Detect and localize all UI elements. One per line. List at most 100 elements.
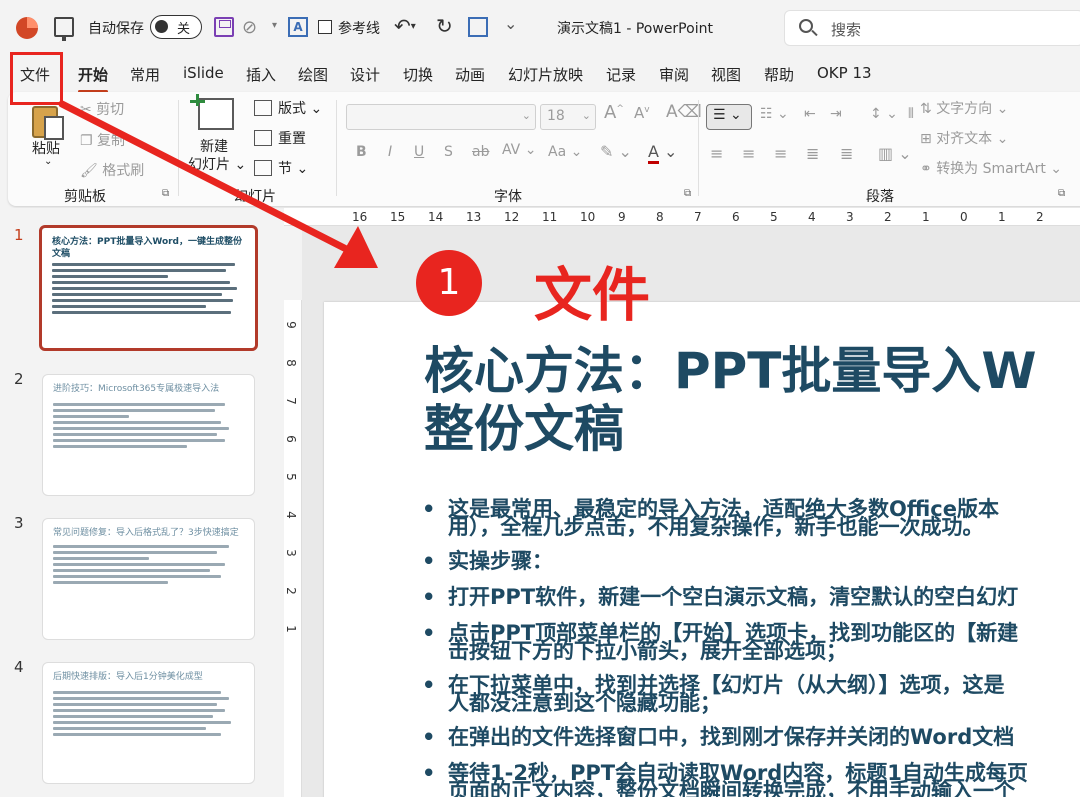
- ruler-tick: 1: [998, 210, 1006, 224]
- layout-icon: [254, 100, 272, 116]
- bullet-text-continued: 页面的正文内容，整份文档瞬间转换完成，不用手动输入一个: [448, 779, 1015, 797]
- bullet-dot: •: [422, 761, 436, 785]
- text-direction-button[interactable]: ⇅ 文字方向 ⌄: [920, 98, 1008, 118]
- tab-insert[interactable]: 插入: [246, 64, 276, 85]
- shrink-font-button[interactable]: Av: [634, 104, 650, 122]
- bold-button[interactable]: B: [356, 144, 367, 160]
- slides-group-label: 幻灯片: [234, 189, 276, 205]
- tab-animations[interactable]: 动画: [455, 64, 485, 85]
- strikethrough-button[interactable]: ab: [472, 144, 489, 160]
- current-slide[interactable]: 核心方法：PPT批量导入W 整份文稿 • 这是最常用、最稳定的导入方法，适配绝大多…: [324, 302, 1080, 797]
- present-from-start-icon[interactable]: [54, 17, 74, 41]
- paste-button[interactable]: 粘贴: [32, 138, 60, 158]
- cut-button[interactable]: ✂ 剪切: [80, 99, 124, 119]
- bullet-text-continued: 人都没注意到这个隐藏功能；: [448, 691, 721, 715]
- slide-thumbnail-1[interactable]: 核心方法：PPT批量导入Word，一键生成整份文稿: [39, 225, 258, 351]
- decrease-indent-icon[interactable]: ⇤: [804, 106, 816, 122]
- thumb-number: 1: [14, 226, 24, 244]
- search-box[interactable]: 搜索: [784, 10, 1080, 46]
- justify-icon[interactable]: ≣: [806, 144, 819, 163]
- align-center-icon[interactable]: ≡: [742, 144, 755, 163]
- guides-checkbox[interactable]: [318, 20, 332, 34]
- char-spacing-button[interactable]: AV ⌄: [502, 142, 536, 158]
- ruler-tick: 6: [283, 435, 298, 443]
- font-size-combo[interactable]: 18 ⌄: [540, 104, 596, 130]
- search-placeholder: 搜索: [831, 21, 862, 39]
- tab-design[interactable]: 设计: [350, 64, 380, 85]
- align-left-icon[interactable]: ≡: [710, 144, 723, 163]
- ruler-tick: 15: [390, 210, 406, 224]
- bullets-button[interactable]: ☰ ⌄: [706, 104, 752, 130]
- thumb-title: 后期快速排版：导入后1分钟美化成型: [53, 672, 203, 682]
- paste-icon[interactable]: [32, 102, 66, 140]
- ruler-tick: 1: [283, 625, 298, 633]
- align-text-button[interactable]: ⊞ 对齐文本 ⌄: [920, 128, 1008, 148]
- dropdown-chevron-icon[interactable]: ▾: [272, 20, 277, 31]
- text-direction-label: 文字方向: [936, 101, 993, 117]
- dialog-launcher-icon[interactable]: ⧉: [162, 188, 169, 199]
- columns-layout-icon[interactable]: ▥ ⌄: [878, 144, 912, 163]
- dialog-launcher-icon[interactable]: ⧉: [684, 188, 691, 199]
- font-color-button[interactable]: A ⌄: [648, 142, 677, 164]
- textbox-icon[interactable]: A: [288, 17, 308, 37]
- smartart-button[interactable]: ⚭ 转换为 SmartArt ⌄: [920, 158, 1062, 178]
- align-right-icon[interactable]: ≡: [774, 144, 787, 163]
- horizontal-ruler: 16 15 14 13 12 11 10 9 8 7 6 5 4 3 2 1 0 1 2: [284, 208, 1080, 226]
- save-icon[interactable]: [214, 17, 234, 37]
- layout-icon[interactable]: [468, 17, 488, 37]
- tab-view[interactable]: 视图: [711, 64, 741, 85]
- step-label: 文件: [534, 261, 651, 329]
- italic-button[interactable]: I: [388, 144, 392, 160]
- bullet-text: 在弹出的文件选择窗口中，找到刚才保存并关闭的Word文档: [448, 725, 1015, 749]
- new-slide-label-1[interactable]: 新建: [200, 136, 228, 156]
- increase-indent-icon[interactable]: ⇥: [830, 106, 842, 122]
- redo-icon[interactable]: ↻: [436, 14, 453, 38]
- powerpoint-logo-icon: [16, 17, 38, 39]
- slide-title[interactable]: 核心方法：PPT批量导入W 整份文稿: [424, 342, 1080, 458]
- divider: [698, 100, 699, 196]
- columns-icon[interactable]: ⫴: [908, 106, 914, 122]
- shadow-button[interactable]: S: [444, 144, 453, 160]
- tab-record[interactable]: 记录: [606, 64, 636, 85]
- font-size-value: 18: [547, 108, 565, 124]
- clear-format-icon[interactable]: A⌫: [666, 102, 702, 122]
- new-slide-label-2[interactable]: 幻灯片 ⌄: [188, 154, 246, 174]
- tab-review[interactable]: 审阅: [659, 64, 689, 85]
- new-slide-icon[interactable]: [190, 94, 234, 130]
- autosave-toggle[interactable]: 关: [150, 15, 202, 39]
- slide-thumbnail-4[interactable]: 后期快速排版：导入后1分钟美化成型: [42, 662, 255, 784]
- reset-button[interactable]: 重置: [278, 128, 306, 148]
- grow-font-button[interactable]: A^: [604, 102, 624, 123]
- format-painter-button[interactable]: 🖌 格式刷: [80, 160, 144, 180]
- tab-transitions[interactable]: 切换: [403, 64, 433, 85]
- change-case-button[interactable]: Aa ⌄: [548, 144, 582, 160]
- slide-title-line-1: 核心方法：PPT批量导入W: [424, 342, 1037, 400]
- font-name-combo[interactable]: ⌄: [346, 104, 536, 130]
- tab-help[interactable]: 帮助: [764, 64, 794, 85]
- line-spacing-icon[interactable]: ↕ ⌄: [870, 106, 898, 122]
- highlight-color-icon[interactable]: ✎ ⌄: [600, 142, 632, 161]
- numbering-icon[interactable]: ☷ ⌄: [760, 106, 789, 122]
- copy-button[interactable]: ❐ 复制 ⌄: [80, 130, 141, 150]
- touch-mode-icon[interactable]: ⊘: [242, 16, 264, 38]
- tab-slideshow[interactable]: 幻灯片放映: [508, 64, 583, 85]
- ruler-tick: 16: [352, 210, 368, 224]
- distribute-icon[interactable]: ≣: [840, 144, 853, 163]
- tab-common[interactable]: 常用: [130, 64, 160, 85]
- document-title: 演示文稿1 - PowerPoint: [557, 21, 713, 37]
- slide-thumbnail-3[interactable]: 常见问题修复：导入后格式乱了？3步快速搞定: [42, 518, 255, 640]
- tab-islide[interactable]: iSlide: [183, 64, 224, 82]
- undo-icon[interactable]: ↶ ▾: [394, 14, 416, 38]
- ruler-tick: 7: [694, 210, 702, 224]
- paste-dropdown-icon[interactable]: ⌄: [44, 156, 52, 167]
- underline-button[interactable]: U: [414, 144, 424, 160]
- customize-toolbar-icon[interactable]: ⌄: [504, 14, 517, 33]
- tab-okp[interactable]: OKP 13: [817, 64, 872, 82]
- dialog-launcher-icon[interactable]: ⧉: [1058, 188, 1065, 199]
- section-button[interactable]: 节 ⌄: [278, 158, 308, 178]
- smartart-label: 转换为 SmartArt: [936, 161, 1046, 177]
- layout-button[interactable]: 版式 ⌄: [278, 98, 322, 118]
- tab-home[interactable]: 开始: [78, 64, 109, 93]
- tab-draw[interactable]: 绘图: [298, 64, 328, 85]
- slide-thumbnail-2[interactable]: 进阶技巧：Microsoft365专属极速导入法: [42, 374, 255, 496]
